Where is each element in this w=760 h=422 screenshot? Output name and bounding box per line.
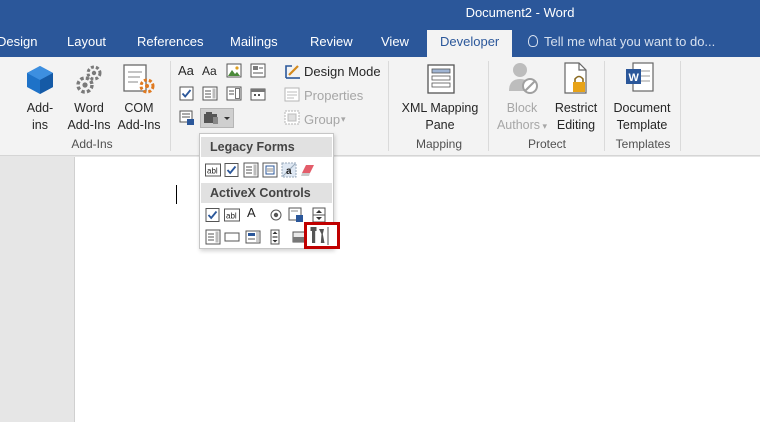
xml-mapping-label-2: Pane [425,118,455,132]
group-label-protect: Protect [527,137,566,151]
svg-text:abl: abl [226,212,237,221]
tell-me-placeholder: Tell me what you want to do... [544,34,716,49]
restrict-editing-label-2: Editing [556,118,596,132]
checkbox-control-icon[interactable] [179,86,194,101]
reset-form-fields-button[interactable] [300,162,316,178]
group-separator [170,61,171,151]
document-template-button[interactable]: Document Template [608,100,676,134]
tab-design[interactable]: Design [0,34,37,49]
group-label-addins: Add-Ins [71,137,113,151]
block-authors-label-2: Authors ▾ [496,118,548,132]
word-addins-label-2: Add-Ins [67,118,111,132]
group-dropdown-arrow-icon: ▾ [341,114,346,124]
activex-image-button[interactable] [288,207,304,223]
form-field-shading-button[interactable]: a [281,162,297,178]
activex-combo-box-button[interactable] [205,229,221,245]
com-addins-button[interactable]: COM Add-Ins [114,100,164,134]
group-separator [604,61,605,151]
document-template-label-1: Document [613,101,671,115]
title-bar: Document2 - Word [0,0,760,26]
addins-label-2: ins [32,118,48,132]
group-separator [388,61,389,151]
group-label-mapping: Mapping [415,137,463,151]
more-controls-button[interactable] [304,222,340,249]
tab-developer[interactable]: Developer [427,30,513,57]
properties-icon [284,87,300,102]
activex-label-button[interactable]: A [247,205,259,221]
activex-controls-header: ActiveX Controls [201,183,332,203]
group-icon [284,110,300,125]
document-template-label-2: Template [616,118,668,132]
activex-list-box-button[interactable] [245,229,261,245]
combo-box-control-icon[interactable] [202,86,218,101]
svg-text:W: W [629,72,640,84]
gears-icon [74,63,106,95]
plain-text-content-control[interactable]: Aa [202,63,217,80]
addins-label-1: Add- [26,101,54,115]
date-picker-control-icon[interactable] [250,86,266,101]
tab-view[interactable]: View [381,34,409,49]
text-cursor [176,185,177,204]
restrict-editing-button[interactable]: Restrict Editing [550,100,602,134]
activex-text-box-button[interactable]: abl [224,207,240,223]
group-separator [488,61,489,151]
xml-mapping-label-1: XML Mapping [401,101,479,115]
restrict-editing-icon [562,61,590,97]
legacy-forms-header: Legacy Forms [201,137,332,157]
building-block-control-icon[interactable] [250,63,266,78]
lightbulb-icon [528,35,538,47]
activex-spin-button[interactable] [311,207,327,223]
document-template-icon: W [624,61,656,97]
group-separator [680,61,681,151]
word-addins-label-1: Word [74,101,104,115]
ribbon: Add- ins Word Add-Ins COM Add-Ins Add-In… [0,57,760,156]
group-label-templates: Templates [615,137,671,151]
xml-mapping-icon [425,63,457,95]
legacy-text-field-button[interactable]: abl [205,162,221,178]
block-authors-button[interactable]: Block Authors ▾ [492,100,552,135]
restrict-editing-label-1: Restrict [554,101,598,115]
legacy-drop-down-field-button[interactable] [243,162,259,178]
window-title: Document2 - Word [465,5,575,20]
picture-control-icon[interactable] [226,63,242,78]
design-mode-icon [284,63,302,80]
xml-mapping-pane-button[interactable]: XML Mapping Pane [396,100,484,134]
tab-review[interactable]: Review [310,34,353,49]
group-button[interactable]: Group [304,111,340,128]
repeating-section-control-icon[interactable] [179,110,195,126]
design-mode-button[interactable]: Design Mode [304,63,381,80]
com-addins-label-2: Add-Ins [117,118,161,132]
tab-references[interactable]: References [137,34,203,49]
insert-frame-button[interactable] [262,162,278,178]
svg-text:a: a [286,166,292,177]
activex-option-button[interactable] [268,207,284,223]
addins-store-icon [26,65,54,95]
ribbon-tabs: Design Layout References Mailings Review… [0,26,760,57]
word-addins-button[interactable]: Word Add-Ins [64,100,114,134]
activex-command-button[interactable] [224,229,240,245]
svg-text:abl: abl [207,167,218,176]
addins-button[interactable]: Add- ins [22,100,58,134]
properties-button[interactable]: Properties [304,87,363,104]
document-area [0,157,760,422]
block-authors-label-1: Block [506,101,538,115]
tab-layout[interactable]: Layout [67,34,106,49]
com-addins-icon [122,63,156,95]
activex-scroll-bar-button[interactable] [267,229,283,245]
legacy-tools-button[interactable] [200,108,234,128]
activex-check-box-button[interactable] [205,207,221,223]
legacy-check-box-button[interactable] [224,162,240,178]
tell-me-box[interactable]: Tell me what you want to do... [528,34,715,49]
tab-mailings[interactable]: Mailings [230,34,278,49]
com-addins-label-1: COM [124,101,154,115]
drop-down-list-control-icon[interactable] [226,86,242,101]
rich-text-content-control[interactable]: Aa [178,62,194,79]
block-authors-icon [506,61,540,97]
